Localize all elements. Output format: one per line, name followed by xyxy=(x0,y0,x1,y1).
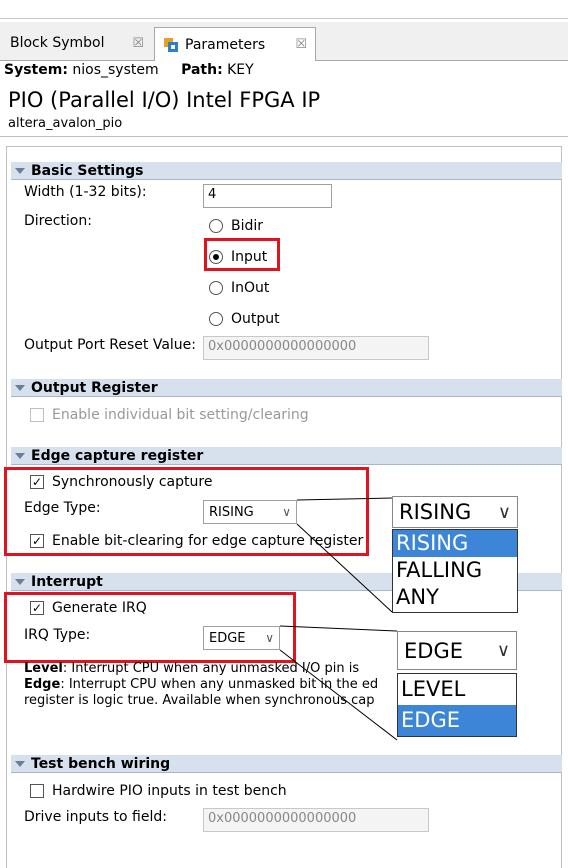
zoom-edge-select[interactable]: RISING ∨ xyxy=(392,496,518,528)
chevron-down-icon: ∨ xyxy=(496,640,510,661)
zoom-irq-list: LEVEL EDGE xyxy=(397,673,517,737)
chevron-down-icon: ∨ xyxy=(497,501,511,523)
select-value: RISING xyxy=(399,500,472,524)
dropdown-option-any[interactable]: ANY xyxy=(393,584,517,611)
dropdown-option-edge[interactable]: EDGE xyxy=(398,705,516,736)
select-value: EDGE xyxy=(404,638,463,663)
zoom-irq-select[interactable]: EDGE ∨ xyxy=(397,631,517,670)
callout-lines xyxy=(279,497,398,741)
dropdown-option-falling[interactable]: FALLING xyxy=(393,557,517,584)
dropdown-option-rising[interactable]: RISING xyxy=(393,530,517,557)
zoom-edge-list: RISING FALLING ANY xyxy=(392,529,518,613)
dropdown-option-level[interactable]: LEVEL xyxy=(398,674,516,705)
